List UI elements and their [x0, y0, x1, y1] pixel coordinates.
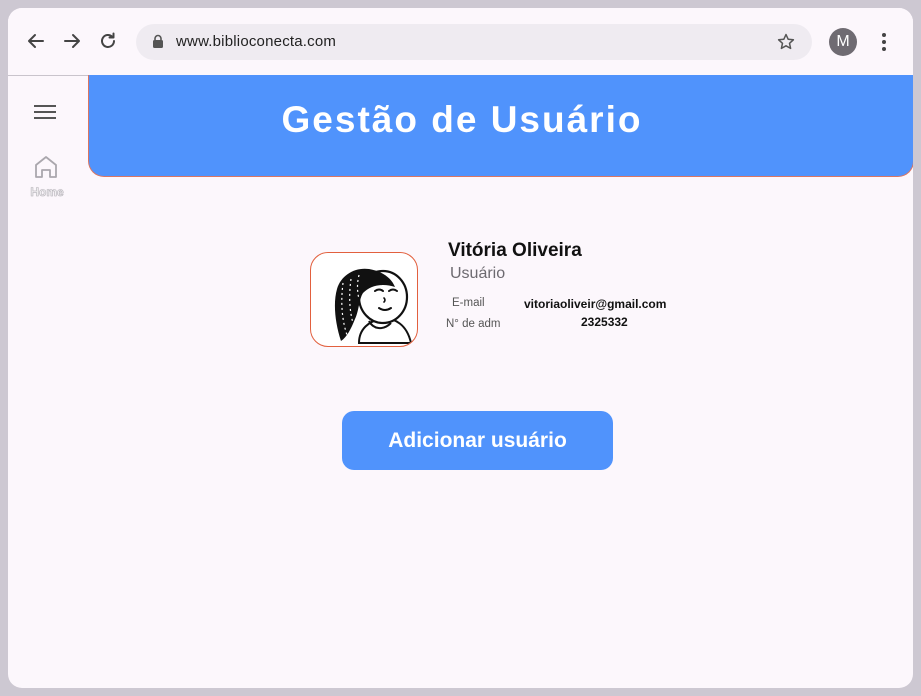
reload-icon [101, 32, 115, 48]
profile-avatar[interactable]: M [829, 28, 857, 56]
url-text: www.biblioconecta.com [176, 33, 337, 50]
home-label[interactable]: Home [22, 185, 72, 200]
back-button[interactable] [24, 29, 48, 53]
adm-number-label: N° de adm [446, 318, 501, 330]
user-illustration [334, 268, 413, 344]
page-title: Gestão de Usuário [281, 99, 643, 140]
more-vert-icon[interactable] [874, 30, 894, 54]
user-role: Usuário [450, 265, 506, 282]
home-icon[interactable] [33, 154, 59, 180]
arrow-left-icon [28, 34, 44, 48]
add-user-button[interactable]: Adicionar usuário [342, 411, 613, 470]
hamburger-menu-icon[interactable] [34, 104, 56, 120]
user-name: Vitória Oliveira [448, 240, 582, 261]
forward-button[interactable] [60, 29, 84, 53]
address-bar[interactable]: www.biblioconecta.com [136, 24, 812, 60]
browser-toolbar: www.biblioconecta.com M [8, 8, 913, 76]
arrow-right-icon [64, 34, 80, 48]
user-avatar [310, 252, 418, 347]
adm-number-value: 2325332 [581, 315, 628, 329]
reload-button[interactable] [96, 29, 120, 53]
page-header: Gestão de Usuário [88, 75, 913, 177]
email-label: E-mail [452, 297, 485, 309]
bookmark-star-icon[interactable] [776, 32, 796, 52]
email-value: vitoriaoliveir@gmail.com [524, 297, 667, 311]
browser-window: www.biblioconecta.com M Home Gestão de U… [8, 8, 913, 688]
lock-icon [153, 34, 163, 48]
